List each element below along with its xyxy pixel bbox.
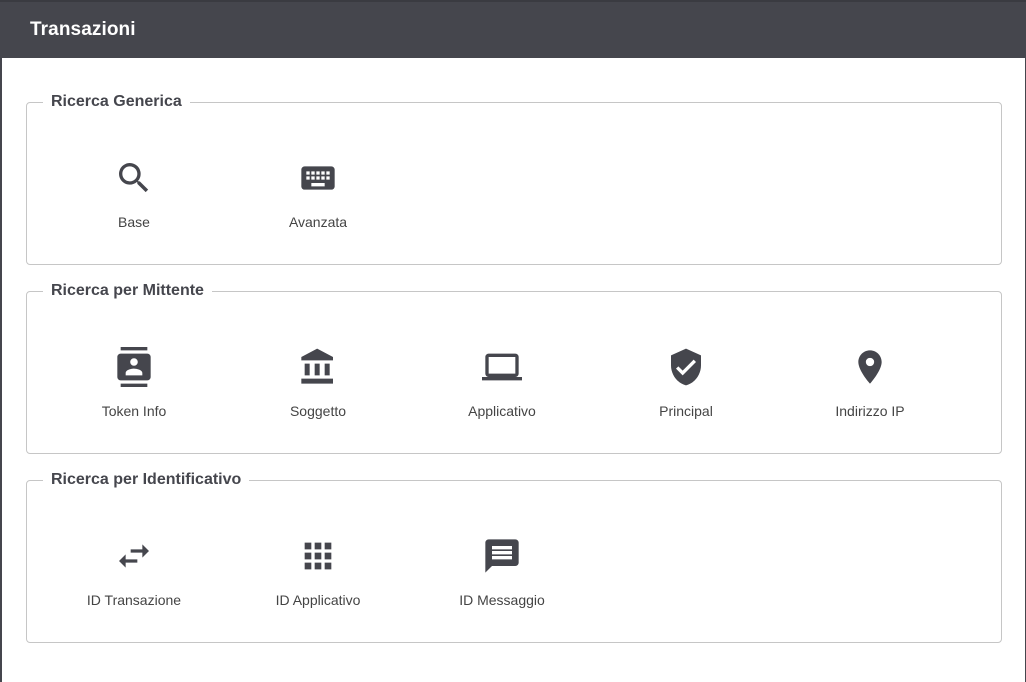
laptop-icon: [482, 347, 522, 387]
item-label: Avanzata: [288, 214, 348, 230]
search-id-messaggio-button[interactable]: ID Messaggio: [410, 536, 594, 630]
bank-icon: [298, 347, 338, 387]
keyboard-icon: [298, 158, 338, 198]
swap-arrows-icon: [114, 536, 154, 576]
search-soggetto-button[interactable]: Soggetto: [226, 347, 410, 441]
apps-grid-icon: [298, 536, 338, 576]
section-ricerca-per-identificativo: Ricerca per Identificativo ID Transazion…: [26, 471, 1002, 643]
item-label: ID Transazione: [86, 592, 182, 608]
item-label: ID Messaggio: [459, 592, 545, 608]
section-legend: Ricerca per Mittente: [51, 282, 204, 299]
page-header: Transazioni: [0, 0, 1026, 58]
search-indirizzo-ip-button[interactable]: Indirizzo IP: [778, 347, 962, 441]
section-ricerca-generica: Ricerca Generica Base Avanzata: [26, 93, 1002, 265]
item-label: ID Applicativo: [275, 592, 361, 608]
item-label: Principal: [659, 403, 713, 419]
contact-card-icon: [114, 347, 154, 387]
message-icon: [482, 536, 522, 576]
location-pin-icon: [850, 347, 890, 387]
search-icon: [114, 158, 154, 198]
section-legend: Ricerca Generica: [51, 93, 182, 110]
item-label: Token Info: [101, 403, 167, 419]
page-title: Transazioni: [30, 19, 136, 40]
item-label: Indirizzo IP: [835, 403, 905, 419]
section-legend: Ricerca per Identificativo: [51, 471, 242, 488]
search-id-applicativo-button[interactable]: ID Applicativo: [226, 536, 410, 630]
search-id-transazione-button[interactable]: ID Transazione: [42, 536, 226, 630]
item-label: Base: [118, 214, 150, 230]
item-label: Applicativo: [468, 403, 536, 419]
verified-shield-icon: [666, 347, 706, 387]
search-applicativo-button[interactable]: Applicativo: [410, 347, 594, 441]
item-label: Soggetto: [289, 403, 347, 419]
section-ricerca-per-mittente: Ricerca per Mittente Token Info Soggetto…: [26, 282, 1002, 454]
search-token-info-button[interactable]: Token Info: [42, 347, 226, 441]
search-advanced-button[interactable]: Avanzata: [226, 158, 410, 252]
search-base-button[interactable]: Base: [42, 158, 226, 252]
search-principal-button[interactable]: Principal: [594, 347, 778, 441]
